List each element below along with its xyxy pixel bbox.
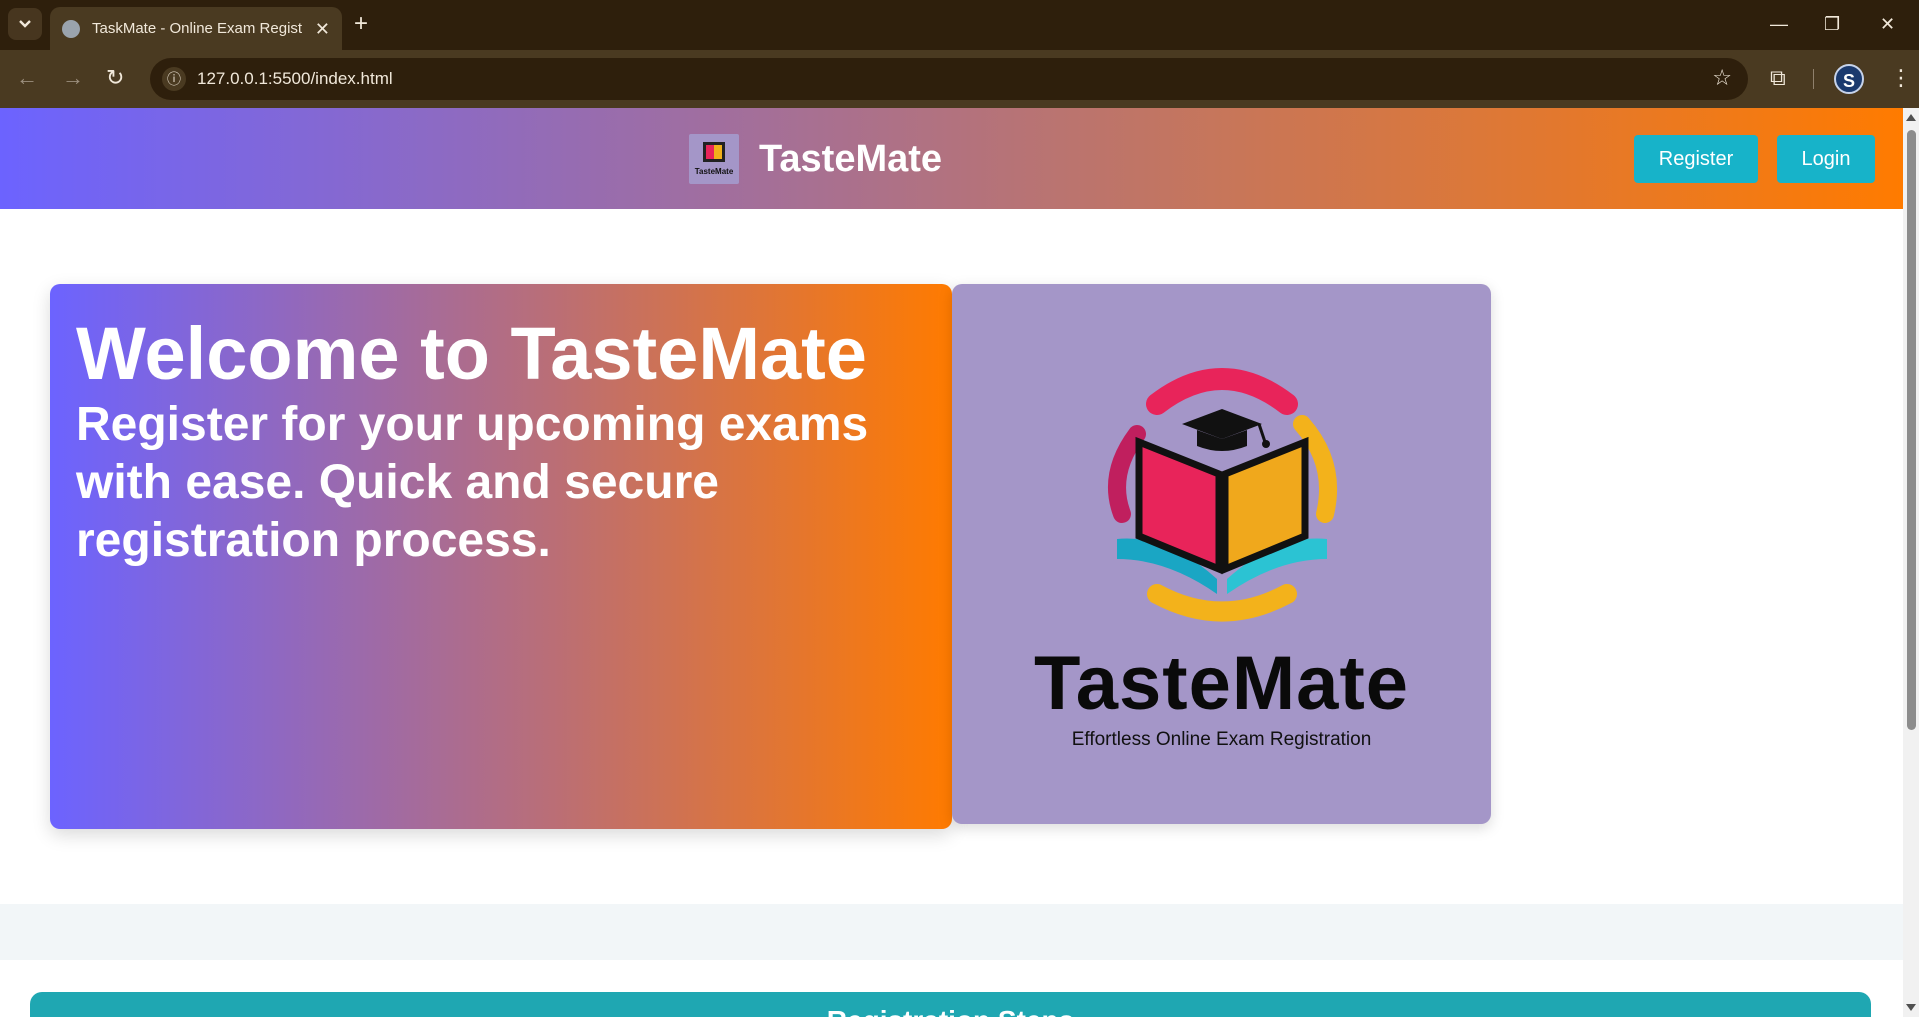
toolbar-divider [1813, 69, 1814, 89]
hero-title: Welcome to TasteMate [76, 312, 867, 395]
brand-logo-text: TasteMate [694, 167, 734, 176]
brand-logo: TasteMate [689, 134, 739, 184]
browser-toolbar: ← → ↻ ⓘ 127.0.0.1:5500/index.html ☆ ⧉ S … [0, 50, 1919, 108]
brand[interactable]: TasteMate TasteMate [689, 134, 942, 184]
reload-icon[interactable]: ↻ [106, 64, 124, 92]
window-close-icon[interactable]: ✕ [1880, 12, 1895, 36]
hero-card: Welcome to TasteMate Register for your u… [50, 284, 952, 829]
globe-icon [62, 19, 80, 38]
registration-steps-title: Registration Steps [30, 1005, 1871, 1017]
tab-title: TaskMate - Online Exam Registration [92, 20, 303, 37]
back-arrow-icon[interactable]: ← [16, 64, 38, 92]
page-viewport: TasteMate TasteMate Register Login Welco… [0, 108, 1903, 1017]
bookmark-star-icon[interactable]: ☆ [1712, 65, 1732, 91]
url-text: 127.0.0.1:5500/index.html [197, 69, 393, 88]
hero-subtitle: Register for your upcoming exams with ea… [76, 398, 869, 567]
logo-tagline: Effortless Online Exam Registration [1071, 729, 1372, 750]
registration-steps-panel: Registration Steps [30, 992, 1871, 1017]
tab-search-button[interactable] [8, 8, 42, 40]
tab-close-icon[interactable]: ✕ [315, 20, 330, 38]
profile-avatar[interactable]: S [1834, 64, 1864, 94]
restore-icon[interactable]: ❐ [1824, 12, 1840, 36]
scroll-down-arrow-icon[interactable] [1906, 1004, 1916, 1011]
scroll-up-arrow-icon[interactable] [1906, 114, 1916, 121]
register-button[interactable]: Register [1634, 135, 1758, 183]
page-scrollbar[interactable] [1903, 108, 1919, 1017]
book-icon [703, 142, 725, 162]
forward-arrow-icon[interactable]: → [62, 64, 84, 92]
logo-card: TasteMate Effortless Online Exam Registr… [952, 284, 1491, 824]
browser-tabbar: TaskMate - Online Exam Registration ✕ + … [0, 0, 1919, 50]
logo-wordmark: TasteMate [1033, 641, 1410, 726]
graduation-book-icon [1108, 368, 1338, 622]
browser-tab[interactable]: TaskMate - Online Exam Registration ✕ [50, 7, 342, 50]
site-info-icon[interactable]: ⓘ [162, 67, 186, 91]
chevron-down-icon [19, 20, 31, 28]
new-tab-button[interactable]: + [354, 12, 368, 36]
scrollbar-thumb[interactable] [1907, 130, 1916, 730]
brand-name: TasteMate [759, 137, 943, 180]
address-bar[interactable]: ⓘ 127.0.0.1:5500/index.html ☆ [150, 58, 1748, 100]
minimize-icon[interactable]: — [1770, 12, 1788, 36]
more-menu-icon[interactable]: ⋮ [1890, 63, 1912, 93]
site-header: TasteMate TasteMate Register Login [0, 108, 1903, 209]
login-button[interactable]: Login [1777, 135, 1875, 183]
section-band [0, 904, 1903, 960]
extensions-icon[interactable]: ⧉ [1770, 63, 1786, 93]
